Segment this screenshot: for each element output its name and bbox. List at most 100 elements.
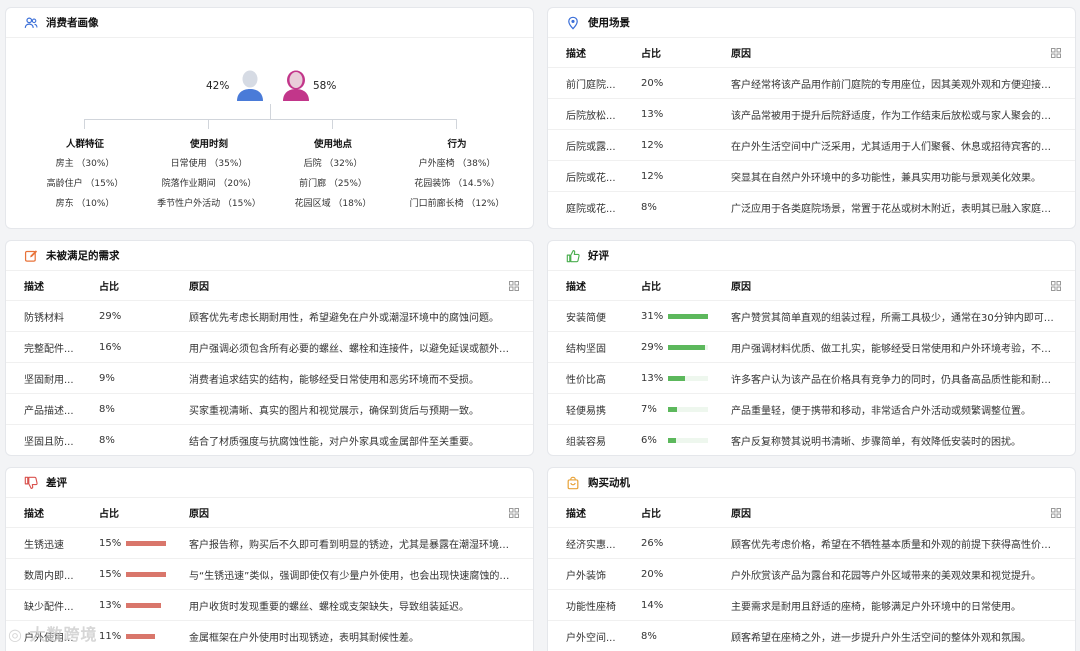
table-row[interactable]: 经济实惠... 26% 顾客优先考虑价格，希望在不牺牲基本质量和外观的前提下获得高性… [548, 528, 1075, 559]
table-row[interactable]: 后院或露... 12% 在户外生活空间中广泛采用，尤其适用于人们聚餐、休息或招待宾客… [548, 130, 1075, 161]
table-row[interactable]: 性价比高 13% 许多客户认为该产品在价格具有竞争力的同时，仍具备高品质性能和耐用性… [548, 363, 1075, 394]
persona-col-item: 房主 （30%） [55, 159, 115, 169]
row-reason: 客户报告称，购买后不久即可看到明显的锈迹，尤其是暴露在潮湿环境中的... [189, 539, 515, 551]
persona-col-item: 门口前廊长椅 （12%） [409, 199, 505, 209]
persona-col-head: 使用地点 [313, 139, 352, 150]
row-desc: 组装容易 [566, 437, 606, 448]
row-desc: 坚固且防... [24, 437, 74, 448]
table-row[interactable]: 数周内即... 15% 与“生锈迅速”类似，强调即使仅有少量户外使用，也会出现快速腐… [6, 559, 533, 590]
row-reason: 金属框架在户外使用时出现锈迹，表明其耐候性差。 [189, 633, 419, 644]
persona-col-head: 使用时刻 [189, 139, 228, 150]
grid-view-icon[interactable] [1051, 48, 1061, 58]
table-row[interactable]: 户外装饰 20% 户外欣赏该产品为露台和花园等户外区域带来的美观效果和视觉提升。 [548, 559, 1075, 590]
row-pct: 20% [641, 568, 664, 580]
row-pct: 16% [99, 341, 122, 353]
row-reason: 客户经常将该产品用作前门庭院的专用座位，因其美观外观和方便迎接客人... [731, 79, 1057, 91]
percent-bar [126, 603, 166, 608]
row-reason: 顾客优先考虑价格，希望在不牺牲基本质量和外观的前提下获得高性价比。 [731, 539, 1057, 551]
row-desc: 后院或花... [566, 172, 616, 184]
percent-bar [668, 314, 708, 319]
percent-bar-fill [126, 572, 166, 577]
grid-view-icon[interactable] [1051, 508, 1061, 518]
percent-bar-fill [126, 603, 161, 608]
row-desc: 安装简便 [566, 312, 606, 324]
row-pct: 20% [641, 77, 664, 89]
persona-col-item: 日常使用 （35%） [170, 159, 248, 169]
header-desc: 描述 [566, 509, 586, 520]
grid-view-icon[interactable] [1051, 281, 1061, 291]
percent-bar [126, 572, 166, 577]
percent-bar-fill [126, 541, 166, 546]
shopping-bag-icon [567, 476, 579, 489]
scenes-card: 使用场景 描述 占比 原因 前门庭院... 20% 客户经常将该产品用作前门庭院的专… [547, 7, 1076, 229]
row-desc: 坚固耐用... [24, 374, 74, 386]
row-reason: 户外欣赏该产品为露台和花园等户外区域带来的美观效果和视觉提升。 [731, 570, 1041, 582]
table-row[interactable]: 户外空间... 8% 顾客希望在座椅之外，进一步提升户外生活空间的整体外观和氛围。 [548, 621, 1075, 651]
thumbs-down-icon [24, 476, 38, 489]
table-row[interactable]: 产品描述... 8% 买家重视清晰、真实的图片和视觉展示，确保到货后与预期一致。 [6, 394, 533, 425]
row-desc: 生锈迅速 [24, 539, 64, 551]
table-row[interactable]: 缺少配件... 13% 用户收货时发现重要的螺丝、螺栓或支架缺失，导致组装延迟。 [6, 590, 533, 621]
table-row[interactable]: 结构坚固 29% 用户强调材料优质、做工扎实，能够经受日常使用和户外环境考验，不会弯… [548, 332, 1075, 363]
table-row[interactable]: 安装简便 31% 客户赞赏其简单直观的组装过程，所需工具极少，通常在30分钟内即可完… [548, 301, 1075, 332]
row-desc: 结构坚固 [566, 343, 606, 355]
table-header: 描述 占比 原因 [548, 38, 1075, 68]
male-avatar-icon [237, 70, 263, 101]
persona-card: 消费者画像 42% 58% 人群特征 房主 （30%） 高龄住户 （15%） 房… [5, 7, 534, 229]
table-row[interactable]: 坚固且防... 8% 结合了材质强度与抗腐蚀性能，对户外家具或金属部件至关重要。 [6, 425, 533, 455]
grid-view-icon[interactable] [509, 281, 519, 291]
table-header: 描述 占比 原因 [6, 498, 533, 528]
tree-leg-3 [332, 119, 333, 129]
row-desc: 经济实惠... [566, 539, 616, 551]
watermark: ◎ 大数跨境 [8, 621, 98, 645]
table-row[interactable]: 坚固耐用... 9% 消费者追求结实的结构，能够经受日常使用和恶劣环境而不受损。 [6, 363, 533, 394]
scenes-title-text: 使用场景 [588, 17, 630, 29]
persona-col-item: 房东 （10%） [55, 199, 115, 209]
positive-title: 好评 [548, 241, 1075, 271]
table-row[interactable]: 轻便易携 7% 产品重量轻，便于携带和移动，非常适合户外活动或频繁调整位置。 [548, 394, 1075, 425]
watermark-text: 大数跨境 [29, 625, 98, 644]
percent-bar [668, 438, 708, 443]
percent-bar [668, 376, 708, 381]
row-pct: 26% [641, 537, 664, 549]
row-reason: 突显其在自然户外环境中的多功能性，兼具实用功能与景观美化效果。 [731, 172, 1041, 184]
table-row[interactable]: 后院或花... 12% 突显其在自然户外环境中的多功能性，兼具实用功能与景观美化效果… [548, 161, 1075, 192]
positive-title-text: 好评 [588, 250, 609, 262]
table-row[interactable]: 功能性座椅 14% 主要需求是耐用且舒适的座椅，能够满足户外环境中的日常使用。 [548, 590, 1075, 621]
grid-view-icon[interactable] [509, 508, 519, 518]
table-row[interactable]: 防锈材料 29% 顾客优先考虑长期耐用性，希望避免在户外或潮湿环境中的腐蚀问题。 [6, 301, 533, 332]
row-desc: 完整配件... [24, 343, 74, 355]
table-row[interactable]: 前门庭院... 20% 客户经常将该产品用作前门庭院的专用座位，因其美观外观和方便迎… [548, 68, 1075, 99]
unmet-title-text: 未被满足的需求 [46, 250, 120, 262]
persona-col-item: 季节性户外活动 （15%） [157, 199, 261, 209]
users-icon [24, 16, 38, 28]
table-row[interactable]: 庭院或花... 8% 广泛应用于各类庭院场景，常置于花丛或树木附近，表明其已融入家庭… [548, 192, 1075, 223]
female-avatar-icon [283, 70, 309, 101]
header-reason: 原因 [189, 282, 209, 293]
persona-col-item: 后院 （32%） [303, 159, 363, 169]
table-header: 描述 占比 原因 [6, 271, 533, 301]
persona-col-item: 户外座椅 （38%） [418, 159, 496, 169]
female-percent: 58% [313, 80, 337, 92]
table-row[interactable]: 后院放松... 13% 该产品常被用于提升后院舒适度，作为工作结束后放松或与家人聚会… [548, 99, 1075, 130]
row-pct: 12% [641, 139, 664, 151]
unmet-title: 未被满足的需求 [6, 241, 533, 271]
table-row[interactable]: 组装容易 6% 客户反复称赞其说明书清晰、步骤简单，有效降低安装时的困扰。 [548, 425, 1075, 455]
location-pin-icon [568, 16, 578, 30]
header-pct: 占比 [641, 509, 661, 520]
persona-col-head: 行为 [447, 139, 467, 150]
row-reason: 产品重量轻，便于携带和移动，非常适合户外活动或频繁调整位置。 [731, 405, 1031, 417]
header-desc: 描述 [24, 509, 44, 520]
row-pct: 14% [641, 599, 664, 611]
table-header: 描述 占比 原因 [548, 498, 1075, 528]
table-row[interactable]: 完整配件... 16% 用户强调必须包含所有必要的螺丝、螺栓和连接件，以避免延误或额… [6, 332, 533, 363]
header-reason: 原因 [731, 509, 751, 520]
row-reason: 客户反复称赞其说明书清晰、步骤简单，有效降低安装时的困扰。 [731, 437, 1021, 448]
row-desc: 户外装饰 [566, 570, 606, 582]
row-pct: 29% [99, 310, 122, 322]
row-pct: 9% [99, 372, 115, 384]
tree-leg-1 [84, 119, 85, 129]
row-pct: 12% [641, 170, 664, 182]
row-desc: 户外空间... [566, 633, 616, 644]
table-row[interactable]: 生锈迅速 15% 客户报告称，购买后不久即可看到明显的锈迹，尤其是暴露在潮湿环境中的… [6, 528, 533, 559]
